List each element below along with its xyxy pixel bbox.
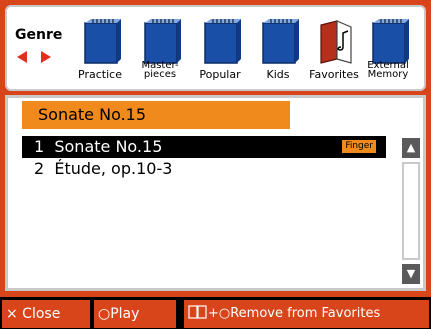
remove-label: +○Remove from Favorites: [208, 306, 381, 321]
scroll-track[interactable]: [402, 162, 420, 260]
genre-arrows[interactable]: [17, 51, 53, 63]
app-screen: Genre Practice Master- pieces Popular Ki…: [0, 0, 431, 329]
book-page-icon: [188, 305, 207, 319]
genre-external-memory-label: External Memory: [367, 60, 409, 80]
scroll-down-button[interactable]: ▼: [402, 264, 420, 284]
song-label: 1 Sonate No.15: [34, 137, 163, 156]
close-button[interactable]: × Close: [2, 300, 90, 328]
song-list: 1 Sonate No.15 Finger 2 Étude, op.10-3: [22, 136, 386, 180]
blue-book-icon: [372, 19, 409, 64]
scroll-up-button[interactable]: ▲: [402, 138, 420, 158]
scrollbar[interactable]: ▲ ▼: [402, 138, 420, 284]
song-label: 2 Étude, op.10-3: [34, 159, 173, 178]
genre-label: Genre: [15, 27, 63, 43]
folder-title: Sonate No.15: [22, 101, 290, 129]
blue-book-icon: [262, 19, 299, 64]
blue-book-icon: [204, 19, 241, 64]
play-button[interactable]: ○Play: [94, 300, 176, 328]
bottom-bar: × Close ○Play +○Remove from Favorites: [0, 297, 431, 329]
finger-badge: Finger: [342, 140, 376, 153]
arrow-right-icon[interactable]: [41, 51, 51, 63]
remove-from-favorites-button[interactable]: +○Remove from Favorites: [184, 300, 429, 328]
song-row[interactable]: 2 Étude, op.10-3: [22, 158, 386, 180]
song-list-panel: Sonate No.15 1 Sonate No.15 Finger 2 Étu…: [5, 95, 426, 291]
genre-external-memory[interactable]: External Memory: [353, 19, 423, 89]
blue-book-icon: [144, 19, 181, 64]
genre-panel: Genre Practice Master- pieces Popular Ki…: [5, 5, 426, 91]
arrow-left-icon[interactable]: [17, 51, 27, 63]
blue-book-icon: [84, 19, 121, 64]
song-row-selected[interactable]: 1 Sonate No.15 Finger: [22, 136, 386, 158]
favorites-book-icon: [320, 20, 352, 64]
